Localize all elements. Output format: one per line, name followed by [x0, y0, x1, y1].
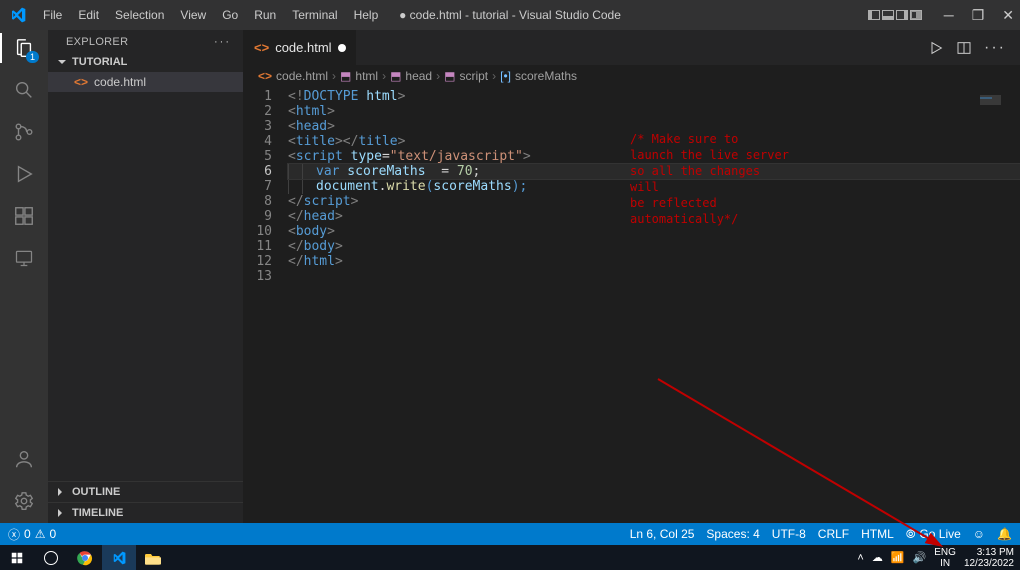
explorer-badge: 1 [26, 51, 39, 63]
activity-source-control[interactable] [12, 120, 36, 144]
tag-icon: ⬒ [444, 69, 455, 83]
minimize-icon[interactable]: ─ [944, 7, 954, 24]
code-content[interactable]: <!DOCTYPE html> <html> <head> <title></t… [288, 89, 1020, 523]
line-gutter: 1 2 3 4 5 6 7 8 9 10 11 12 13 [244, 89, 288, 523]
activity-explorer[interactable]: 1 [12, 36, 36, 60]
menu-view[interactable]: View [172, 0, 214, 30]
chevron-right-icon [58, 507, 68, 519]
activity-live-server[interactable] [12, 246, 36, 270]
timeline-section[interactable]: TIMELINE [48, 502, 243, 523]
window-title: ● code.html - tutorial - Visual Studio C… [399, 8, 621, 22]
status-go-live[interactable]: ⦾ Go Live [906, 527, 961, 542]
status-cursor[interactable]: Ln 6, Col 25 [630, 527, 695, 541]
editor-more-icon[interactable]: ··· [984, 39, 1006, 57]
close-icon[interactable]: ✕ [1002, 7, 1014, 24]
status-encoding[interactable]: UTF-8 [772, 527, 806, 541]
language-indicator[interactable]: ENGIN [934, 547, 956, 569]
windows-taskbar: ˄ ☁ 📶 🔊 ENGIN 3:13 PM 12/23/2022 [0, 545, 1020, 570]
dirty-indicator-icon [338, 44, 346, 52]
activity-account[interactable] [12, 447, 36, 471]
status-problems[interactable]: ⓧ0 ⚠0 [8, 526, 56, 543]
html-file-icon: <> [74, 75, 88, 89]
breadcrumb[interactable]: <> code.html › ⬒ html › ⬒ head › ⬒ scrip… [244, 65, 1020, 87]
activity-run-debug[interactable] [12, 162, 36, 186]
vscode-logo-icon [0, 7, 35, 23]
outline-section[interactable]: OUTLINE [48, 481, 243, 502]
status-bell-icon[interactable]: 🔔 [997, 527, 1012, 541]
folder-tutorial[interactable]: TUTORIAL [48, 52, 243, 72]
menu-run[interactable]: Run [246, 0, 284, 30]
menu-go[interactable]: Go [214, 0, 246, 30]
sidebar-explorer: EXPLORER ··· TUTORIAL <> code.html OUTLI… [48, 30, 244, 523]
status-bar: ⓧ0 ⚠0 Ln 6, Col 25 Spaces: 4 UTF-8 CRLF … [0, 523, 1020, 545]
status-spaces[interactable]: Spaces: 4 [706, 527, 759, 541]
chrome-icon[interactable] [68, 545, 102, 570]
menu-file[interactable]: File [35, 0, 70, 30]
code-editor[interactable]: 1 2 3 4 5 6 7 8 9 10 11 12 13 <!DOCTYPE … [244, 87, 1020, 523]
system-clock[interactable]: 3:13 PM 12/23/2022 [964, 547, 1014, 569]
status-language[interactable]: HTML [861, 527, 894, 541]
onedrive-icon[interactable]: ☁ [872, 551, 883, 564]
status-feedback-icon[interactable]: ☺ [973, 527, 985, 541]
var-icon: [•] [500, 69, 511, 83]
menu-terminal[interactable]: Terminal [284, 0, 345, 30]
tab-code-html[interactable]: <> code.html [244, 30, 357, 65]
menu-edit[interactable]: Edit [70, 0, 107, 30]
file-explorer-icon[interactable] [136, 545, 170, 570]
status-eol[interactable]: CRLF [818, 527, 849, 541]
editor-tabs: <> code.html ··· [244, 30, 1020, 65]
volume-icon[interactable]: 🔊 [913, 551, 927, 564]
activity-extensions[interactable] [12, 204, 36, 228]
split-editor-icon[interactable] [956, 40, 972, 56]
html-file-icon: <> [258, 69, 272, 83]
activity-bar: 1 [0, 30, 48, 523]
html-file-icon: <> [254, 40, 269, 55]
menu-help[interactable]: Help [346, 0, 387, 30]
vscode-taskbar-icon[interactable] [102, 545, 136, 570]
run-icon[interactable] [928, 40, 944, 56]
editor-area: <> code.html ··· <> code.html › ⬒ html ›… [244, 30, 1020, 523]
maximize-icon[interactable]: ❐ [972, 7, 985, 24]
taskbar-chevron-icon[interactable]: ˄ [857, 552, 863, 564]
annotation-comment: /* Make sure to launch the live server s… [630, 131, 790, 227]
title-bar: File Edit Selection View Go Run Terminal… [0, 0, 1020, 30]
activity-search[interactable] [12, 78, 36, 102]
activity-settings[interactable] [12, 489, 36, 513]
sidebar-title: EXPLORER [66, 36, 128, 48]
layout-controls[interactable] [868, 10, 922, 20]
chevron-down-icon [58, 56, 68, 68]
sidebar-more-icon[interactable]: ··· [214, 36, 231, 48]
cortana-icon[interactable] [34, 545, 68, 570]
menu-bar: File Edit Selection View Go Run Terminal… [35, 0, 386, 30]
start-button[interactable] [0, 545, 34, 570]
error-icon: ⓧ [8, 526, 20, 543]
file-code-html[interactable]: <> code.html [48, 72, 243, 92]
tag-icon: ⬒ [390, 69, 401, 83]
broadcast-icon: ⦾ [906, 527, 916, 542]
wifi-icon[interactable]: 📶 [891, 551, 905, 564]
warning-icon: ⚠ [35, 527, 46, 541]
chevron-right-icon [58, 486, 68, 498]
menu-selection[interactable]: Selection [107, 0, 172, 30]
tag-icon: ⬒ [340, 69, 351, 83]
